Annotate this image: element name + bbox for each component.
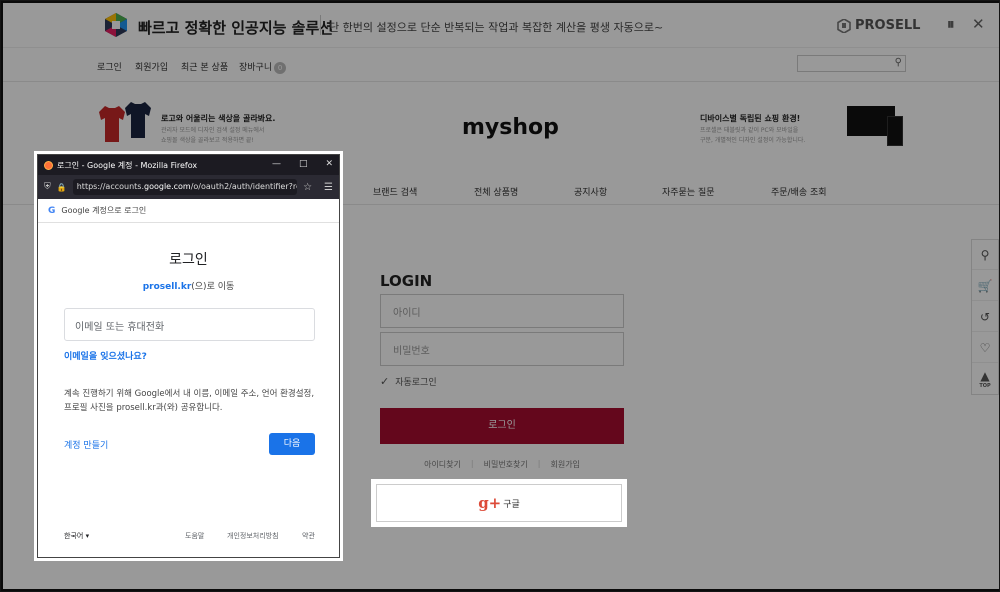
site-name[interactable]: myshop — [462, 115, 559, 140]
search-icon[interactable]: ⚲ — [972, 240, 998, 270]
google-heading: 로그인 — [169, 252, 208, 268]
language-select[interactable]: 한국어 ▾ — [64, 531, 89, 541]
privacy-link[interactable]: 개인정보처리방침 — [227, 531, 279, 541]
scroll-top-button[interactable]: ▲ TOP — [972, 364, 998, 394]
keep-login-label: 자동로그인 — [395, 378, 437, 388]
email-field[interactable]: 이메일 또는 휴대전화 — [64, 308, 315, 341]
join-link[interactable]: 회원가입 — [550, 459, 579, 470]
pause-icon[interactable]: ⏸ — [947, 15, 955, 33]
banner-right-desc: 프로셀은 태블릿과 같이 PC와 모바일을 — [700, 127, 799, 134]
top-label: TOP — [979, 383, 991, 389]
divider: | — [470, 459, 474, 468]
cart-count-badge: 0 — [274, 62, 287, 74]
window-titlebar[interactable]: 로그인 - Google 계정 - Mozilla Firefox — □ ✕ — [38, 155, 339, 175]
google-login-label: 구글 — [503, 499, 520, 510]
firefox-popup-window: 로그인 - Google 계정 - Mozilla Firefox — □ ✕ … — [37, 154, 340, 558]
find-id-link[interactable]: 아이디찾기 — [424, 459, 461, 470]
login-button[interactable]: 로그인 — [380, 408, 624, 444]
banner-right-desc: 구분, 개별적인 디자인 설정이 가능합니다. — [700, 137, 806, 144]
keep-login-checkbox[interactable]: ✓ 자동로그인 — [380, 375, 437, 388]
menu-all-products[interactable]: 전체 상품명 — [474, 185, 518, 198]
window-title: 로그인 - Google 계정 - Mozilla Firefox — [57, 160, 198, 170]
history-icon[interactable]: ↺ — [972, 302, 998, 332]
redirect-text: prosell.kr(으)로 이동 — [38, 279, 339, 292]
navy-shirt-image — [125, 102, 151, 138]
nav-cart[interactable]: 장바구니 0 — [239, 60, 287, 74]
minimize-icon[interactable]: — — [272, 159, 281, 169]
help-link[interactable]: 도움말 — [185, 531, 204, 541]
banner-left-desc: 관리자 모드에 디자인 검색 설정 메뉴에서 — [161, 127, 265, 134]
divider: | — [537, 459, 541, 468]
checkmark-icon: ✓ — [380, 375, 390, 388]
menu-faq[interactable]: 자주묻는 질문 — [662, 185, 715, 198]
promo-bar: 빠르고 정확한 인공지능 솔루션 단 한번의 설정으로 단순 반복되는 작업과 … — [3, 3, 999, 48]
next-button[interactable]: 다음 — [269, 433, 315, 455]
sharing-info-text: 계속 진행하기 위해 Google에서 내 이름, 이메일 주소, 언어 환경설… — [64, 389, 315, 413]
url-host: google.com — [144, 182, 191, 191]
bookmark-star-icon[interactable]: ☆ — [303, 182, 312, 193]
arrow-up-icon: ▲ — [980, 369, 990, 383]
menu-order-lookup[interactable]: 주문/배송 조회 — [771, 185, 827, 198]
google-login-highlight: g+ 구글 — [371, 479, 627, 527]
google-header: G Google 계정으로 로그인 — [38, 199, 339, 223]
create-account-link[interactable]: 계정 만들기 — [64, 438, 108, 451]
nav-login[interactable]: 로그인 — [97, 60, 122, 73]
password-input[interactable]: 비밀번호 — [380, 332, 624, 366]
search-icon[interactable]: ⚲ — [895, 57, 902, 68]
banner-left-title: 로고와 어울리는 색상을 골라봐요. — [161, 114, 276, 123]
url-prefix: https://accounts. — [76, 182, 144, 191]
redirect-suffix: (으)로 이동 — [191, 282, 235, 292]
forgot-email-link[interactable]: 이메일을 잊으셨나요? — [64, 349, 147, 362]
account-links: 아이디찾기 | 비밀번호찾기 | 회원가입 — [380, 459, 624, 470]
google-header-text: Google 계정으로 로그인 — [61, 206, 147, 215]
lock-icon[interactable]: 🔒 — [57, 183, 67, 192]
shield-icon[interactable]: ⛨ — [44, 182, 51, 192]
divider — [320, 15, 321, 35]
nav-cart-label: 장바구니 — [239, 63, 273, 73]
login-title: LOGIN — [380, 272, 433, 290]
address-field[interactable]: https://accounts.google.com/o/oauth2/aut… — [72, 179, 298, 195]
cart-icon[interactable]: 🛒 — [972, 271, 998, 301]
find-password-link[interactable]: 비밀번호찾기 — [484, 459, 528, 470]
popup-highlight: 로그인 - Google 계정 - Mozilla Firefox — □ ✕ … — [34, 151, 343, 561]
chevron-down-icon: ▾ — [85, 532, 90, 540]
language-label: 한국어 — [64, 532, 84, 540]
promo-description: 단 한번의 설정으로 단순 반복되는 작업과 복잡한 계산을 평생 자동으로~ — [329, 21, 664, 34]
firefox-icon — [44, 160, 53, 170]
brand-logo[interactable]: PROSELL — [837, 18, 920, 33]
maximize-icon[interactable]: □ — [299, 159, 308, 169]
quick-menu: ⚲ 🛒 ↺ ♡ ▲ TOP — [971, 239, 999, 395]
wishlist-heart-icon[interactable]: ♡ — [972, 333, 998, 363]
menu-brand-search[interactable]: 브랜드 검색 — [373, 185, 417, 198]
google-g-icon: G — [48, 205, 56, 216]
banner-right-title: 디바이스별 독립된 쇼핑 환경! — [700, 114, 801, 123]
redirect-host-link[interactable]: prosell.kr — [143, 282, 192, 292]
prosell-brand-icon — [837, 18, 851, 33]
menu-notice[interactable]: 공지사항 — [574, 185, 607, 198]
banner-left-desc: 쇼핑몰 색상을 골라보고 적용하면 끝! — [161, 137, 254, 144]
prosell-logo-icon — [105, 13, 127, 37]
url-path: /o/oauth2/auth/identifier?rec — [190, 182, 298, 191]
search-input[interactable]: ⚲ — [797, 55, 906, 72]
close-icon[interactable]: ✕ — [325, 159, 333, 169]
google-plus-icon: g+ — [478, 494, 502, 512]
terms-link[interactable]: 약관 — [302, 531, 315, 541]
close-icon[interactable]: ✕ — [972, 15, 985, 33]
hamburger-menu-icon[interactable]: ☰ — [324, 182, 333, 193]
id-input[interactable]: 아이디 — [380, 294, 624, 328]
nav-recent[interactable]: 최근 본 상품 — [181, 60, 228, 73]
brand-name: PROSELL — [855, 18, 921, 33]
nav-join[interactable]: 회원가입 — [135, 60, 168, 73]
google-login-button[interactable]: g+ 구글 — [376, 484, 622, 522]
promo-title: 빠르고 정확한 인공지능 솔루션 — [138, 19, 334, 37]
window-controls: — □ ✕ — [272, 159, 333, 169]
url-bar: ⛨ 🔒 https://accounts.google.com/o/oauth2… — [38, 175, 339, 199]
tablet-image — [887, 116, 903, 146]
